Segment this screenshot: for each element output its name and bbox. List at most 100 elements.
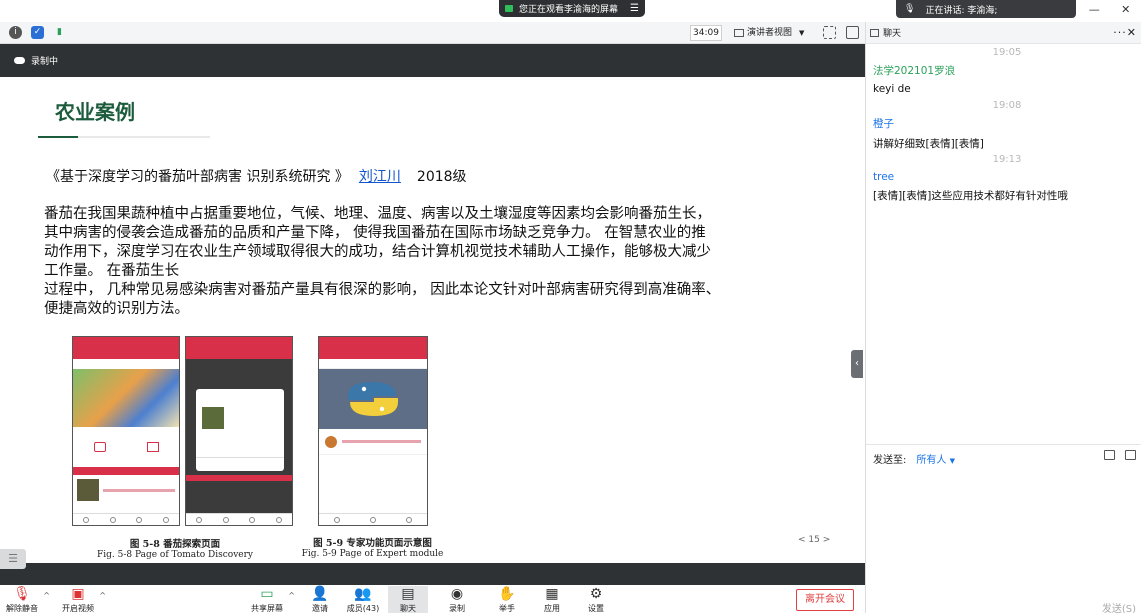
message-sender: 橙子 xyxy=(873,118,894,130)
title-underline xyxy=(38,136,210,138)
paragraph-line: 其中病害的侵袭会造成番茄的品质和产量下降， 使得我国番茄在国际市场缺乏竞争力。 … xyxy=(44,225,706,241)
python-logo-image xyxy=(319,369,427,429)
chevron-up-icon[interactable]: ^ xyxy=(99,591,106,600)
start-video-button[interactable]: ▣ 开启视频 ^ xyxy=(58,586,106,613)
recording-bar: 录制中 xyxy=(0,44,865,77)
chevron-up-icon[interactable]: ^ xyxy=(288,591,295,600)
recording-label: 录制中 xyxy=(31,57,59,67)
slide-paragraph: 番茄在我国果蔬种植中占据重要地位，气候、地理、温度、病害以及土壤湿度等因素均会影… xyxy=(44,205,796,319)
paragraph-line: 番茄在我国果蔬种植中占据重要地位，气候、地理、温度、病害以及土壤湿度等因素均会影… xyxy=(44,206,711,222)
figure-caption-5-8: 图 5-8 番茄探索页面 Fig. 5-8 Page of Tomato Dis… xyxy=(80,536,270,560)
members-icon: 👥 xyxy=(354,586,372,602)
share-screen-label: 共享屏幕 xyxy=(251,604,283,613)
close-icon[interactable]: ✕ xyxy=(1121,3,1130,16)
members-button[interactable]: 👥 成员(43) xyxy=(343,586,383,613)
raise-hand-button[interactable]: ✋ 举手 xyxy=(487,586,527,613)
chevron-up-icon[interactable]: ^ xyxy=(43,591,50,600)
add-user-icon: 👤 xyxy=(311,586,329,602)
fullscreen-icon[interactable] xyxy=(823,26,836,39)
chat-tools xyxy=(1104,450,1136,460)
figure-caption-en: Fig. 5-9 Page of Expert module xyxy=(301,549,444,559)
chat-message-list[interactable]: 19:05 法学202101罗浪 keyi de 19:08 橙子 讲解好细致[… xyxy=(866,44,1141,444)
chat-label: 聊天 xyxy=(400,604,416,613)
chat-panel: 聊天 ···✕ 19:05 法学202101罗浪 keyi de 19:08 橙… xyxy=(865,22,1141,613)
system-top-strip xyxy=(0,0,865,20)
chat-title: 聊天 xyxy=(883,29,902,39)
view-mode-label: 演讲者视图 xyxy=(747,28,793,38)
discovery-banner-image xyxy=(73,369,179,427)
apps-grid-icon: ▦ xyxy=(545,586,559,602)
gear-icon: ⚙ xyxy=(589,586,603,602)
active-speaker-text: 正在讲话: 李渝海; xyxy=(925,5,998,16)
hand-icon: ✋ xyxy=(498,586,516,602)
send-to-row: 发送至: 所有人 ▼ xyxy=(873,451,955,466)
figure-caption-en: Fig. 5-8 Page of Tomato Discovery xyxy=(96,550,254,560)
speaker-view-icon xyxy=(734,29,744,37)
cloud-record-icon xyxy=(14,57,25,64)
screen-share-banner[interactable]: 您正在观看李渝海的屏幕 ☰ xyxy=(499,0,645,17)
author-year: 2018级 xyxy=(416,169,467,185)
chat-bubble-icon: ▤ xyxy=(401,586,415,602)
signal-strength-icon[interactable]: ▮ xyxy=(53,26,66,39)
meeting-toolbar: i ✓ ▮ 34:09 演讲者视图 ▼ xyxy=(0,22,865,44)
apps-button[interactable]: ▦ 应用 xyxy=(532,586,572,613)
view-mode-select[interactable]: 演讲者视图 ▼ xyxy=(734,25,812,41)
message-text: 讲解好细致[表情][表情] xyxy=(873,138,984,150)
unmute-button[interactable]: 🎙 解除静音 ^ xyxy=(2,586,50,613)
send-target-value: 所有人 xyxy=(916,455,947,466)
case-study-line: 《基于深度学习的番茄叶部病害 识别系统研究 》刘江川 2018级 xyxy=(46,166,467,186)
microphone-icon: 🎙 xyxy=(904,4,916,14)
chat-icon xyxy=(870,28,879,37)
meeting-controls: 🎙 解除静音 ^ ▣ 开启视频 ^ ▭ 共享屏幕 ^ 👤 邀请 👥 成员(43)… xyxy=(0,585,865,613)
apps-label: 应用 xyxy=(544,604,560,613)
raise-hand-label: 举手 xyxy=(499,604,515,613)
figure-caption-5-9: 图 5-9 专家功能页面示意图 Fig. 5-9 Page of Expert … xyxy=(300,535,445,559)
settings-label: 设置 xyxy=(588,604,604,613)
chat-button[interactable]: ▤ 聊天 xyxy=(388,586,428,613)
author-link[interactable]: 刘江川 xyxy=(359,169,401,185)
send-button[interactable]: 发送(S) xyxy=(1102,600,1136,613)
paragraph-line: 动作用下，深度学习在农业生产领域取得很大的成功，结合计算机视觉技术辅助人工操作，… xyxy=(44,244,711,260)
invite-button[interactable]: 👤 邀请 xyxy=(300,586,340,613)
shared-slide: 录制中 农业案例 《基于深度学习的番茄叶部病害 识别系统研究 》刘江川 2018级… xyxy=(0,44,865,585)
leave-meeting-button[interactable]: 离开会议 xyxy=(796,589,854,611)
result-dialog xyxy=(196,389,284,471)
message-sender: 法学202101罗浪 xyxy=(873,65,956,77)
screen-share-icon xyxy=(505,5,513,12)
slide-title: 农业案例 xyxy=(55,100,135,124)
leaf-thumbnail xyxy=(77,479,99,501)
camera-icon xyxy=(93,442,106,452)
message-time: 19:05 xyxy=(992,47,1022,58)
share-screen-button[interactable]: ▭ 共享屏幕 ^ xyxy=(247,586,295,613)
paragraph-line: 过程中， 几种常见易感染病害对番茄产量具有很深的影响， 因此本论文针对叶部病害研… xyxy=(44,282,721,298)
chat-compose-area[interactable]: 发送至: 所有人 ▼ 发送(S) xyxy=(866,444,1141,613)
record-label: 录制 xyxy=(449,604,465,613)
send-target-select[interactable]: 所有人 ▼ xyxy=(916,455,955,466)
phone-screenshot-expert xyxy=(318,336,428,526)
info-icon[interactable]: i xyxy=(9,26,22,39)
phone-screenshot-discovery xyxy=(72,336,180,526)
window-controls: — ✕ xyxy=(1078,0,1141,18)
more-options-icon[interactable]: ···✕ xyxy=(1113,26,1137,39)
microphone-muted-icon: 🎙 xyxy=(13,586,31,602)
settings-button[interactable]: ⚙ 设置 xyxy=(576,586,616,613)
slide-bottom-bar xyxy=(0,563,865,585)
active-speaker-bar: 🎙 正在讲话: 李渝海; xyxy=(896,0,1076,18)
security-shield-icon[interactable]: ✓ xyxy=(31,26,44,39)
record-button[interactable]: ◉ 录制 xyxy=(437,586,477,613)
gallery-icon xyxy=(146,442,159,452)
side-panel-toggle-icon[interactable] xyxy=(846,26,859,39)
invite-label: 邀请 xyxy=(312,604,328,613)
collapse-panel-icon[interactable]: ‹ xyxy=(851,350,863,378)
figure-caption-zh: 图 5-9 专家功能页面示意图 xyxy=(313,538,432,549)
chat-header: 聊天 ···✕ xyxy=(866,22,1141,44)
list-panel-icon[interactable]: ☰ xyxy=(0,549,26,569)
minimize-icon[interactable]: — xyxy=(1089,3,1100,16)
menu-icon[interactable]: ☰ xyxy=(630,3,639,14)
case-title: 《基于深度学习的番茄叶部病害 识别系统研究 》 xyxy=(46,169,349,185)
chevron-down-icon: ▼ xyxy=(949,457,955,465)
screenshot-icon[interactable] xyxy=(1125,450,1136,460)
file-icon[interactable] xyxy=(1104,450,1115,460)
message-time: 19:08 xyxy=(992,100,1022,111)
record-icon: ◉ xyxy=(450,586,464,602)
